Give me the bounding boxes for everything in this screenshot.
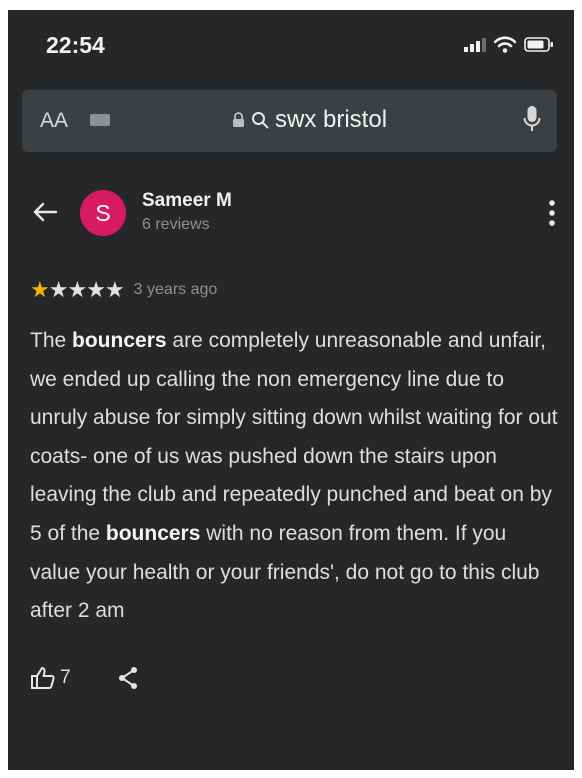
- wifi-icon: [494, 36, 516, 53]
- address-bar[interactable]: AA swx bristol: [22, 90, 557, 152]
- star-filled-icon: ★: [30, 277, 50, 302]
- review-date: 3 years ago: [133, 281, 218, 298]
- star-empty-icon: ★: [104, 277, 125, 302]
- status-icons: [464, 36, 554, 53]
- star-empty-icon: ★: [67, 277, 87, 302]
- back-arrow-icon[interactable]: [32, 201, 58, 223]
- battery-icon: [524, 37, 553, 52]
- review-text-segment: are completely unreasonable and unfair, …: [30, 329, 558, 545]
- text-size-button[interactable]: AA: [40, 109, 68, 133]
- share-icon[interactable]: [117, 666, 139, 690]
- star-empty-icon: ★: [48, 277, 69, 302]
- tab-badge-icon: [90, 114, 110, 126]
- review-text-highlight: bouncers: [72, 329, 167, 352]
- like-count: 7: [60, 667, 71, 688]
- review-text-highlight: bouncers: [105, 521, 201, 545]
- lock-icon: [233, 112, 244, 127]
- status-time: 22:54: [46, 32, 105, 58]
- rating-row: ★★★★★ 3 years ago: [30, 279, 217, 301]
- avatar[interactable]: S: [80, 190, 126, 236]
- review-header: S Sameer M 6 reviews: [8, 185, 574, 245]
- review-actions: 7: [30, 665, 139, 691]
- reviewer-review-count: 6 reviews: [142, 216, 210, 233]
- url-text: swx bristol: [275, 106, 388, 133]
- microphone-icon[interactable]: [523, 105, 541, 135]
- star-empty-icon: ★: [86, 277, 106, 302]
- review-body: The bouncers are completely unreasonable…: [30, 322, 558, 631]
- reviewer-name[interactable]: Sameer M: [142, 190, 232, 212]
- review-text-segment: The: [30, 329, 73, 352]
- status-bar: 22:54: [8, 10, 574, 80]
- star-rating: ★★★★★: [30, 277, 125, 302]
- more-vert-icon[interactable]: [548, 199, 556, 227]
- phone-screen: 22:54 AA swx bristol S Sameer M 6 review…: [8, 10, 574, 770]
- search-icon: [252, 112, 269, 129]
- url-field[interactable]: swx bristol: [232, 106, 387, 134]
- thumbs-up-icon[interactable]: [30, 665, 56, 691]
- signal-icon: [464, 37, 486, 52]
